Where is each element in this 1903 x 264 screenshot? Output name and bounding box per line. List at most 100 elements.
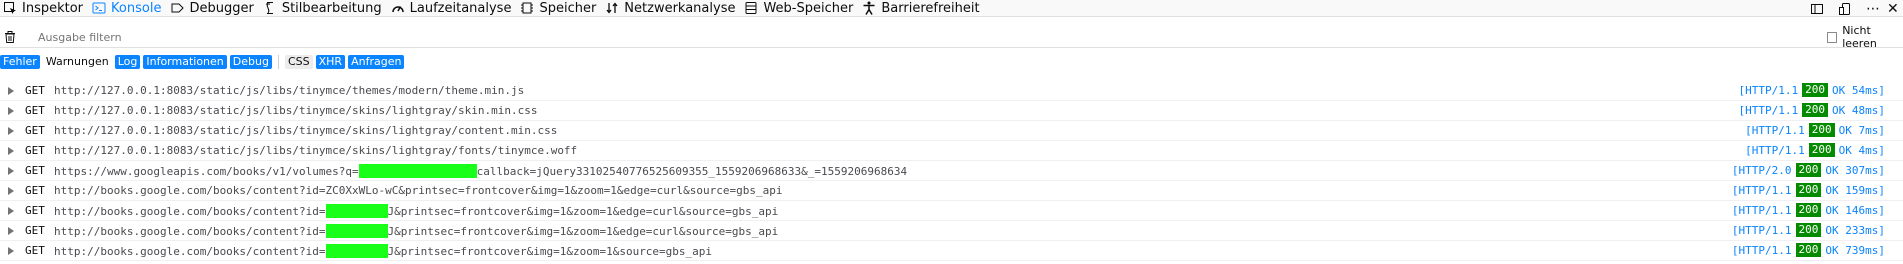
- network-message-row[interactable]: GET http://books.google.com/books/content…: [0, 241, 1903, 261]
- url-text: callback=jQuery33102540776525609355_1559…: [476, 165, 908, 178]
- tab-barrierefreiheit[interactable]: Barrierefreiheit: [859, 0, 985, 17]
- response-status[interactable]: [HTTP/1.1 200 OK 48ms]: [1739, 103, 1885, 117]
- expand-arrow-icon[interactable]: [8, 147, 14, 155]
- console-icon: [92, 2, 106, 14]
- url-text: http://books.google.com/books/content?id…: [54, 225, 326, 238]
- expand-arrow-icon[interactable]: [8, 167, 14, 175]
- redaction-mark: [358, 164, 477, 178]
- request-url[interactable]: http://127.0.0.1:8083/static/js/libs/tin…: [54, 104, 537, 117]
- network-message-row[interactable]: GET http://127.0.0.1:8083/static/js/libs/…: [0, 81, 1903, 101]
- response-status[interactable]: [HTTP/1.1 200 OK 159ms]: [1732, 183, 1885, 197]
- expand-arrow-icon[interactable]: [8, 127, 14, 135]
- filter-chips: Fehler Warnungen Log Informationen Debug CSS X…: [0, 54, 1903, 70]
- filter-chip-fehler[interactable]: Fehler: [0, 55, 40, 69]
- expand-arrow-icon[interactable]: [8, 87, 14, 95]
- tab-label: Inspektor: [22, 0, 84, 16]
- filter-chip-warnungen[interactable]: Warnungen: [43, 55, 112, 69]
- network-message-row[interactable]: GET http://127.0.0.1:8083/static/js/libs/…: [0, 101, 1903, 121]
- redaction-mark: [325, 204, 388, 218]
- more-options-icon[interactable]: ⋯: [1859, 0, 1887, 17]
- url-text: http://books.google.com/books/content?id…: [54, 184, 783, 197]
- tab-laufzeitanalyse[interactable]: Laufzeitanalyse: [388, 0, 518, 17]
- url-text: http://127.0.0.1:8083/static/js/libs/tin…: [54, 84, 525, 97]
- request-url[interactable]: http://books.google.com/books/content?id…: [54, 184, 782, 197]
- status-code-badge: 200: [1802, 103, 1829, 117]
- redaction-mark: [325, 224, 388, 238]
- response-status[interactable]: [HTTP/1.1 200 OK 739ms]: [1732, 243, 1885, 257]
- filter-chip-css[interactable]: CSS: [284, 55, 313, 69]
- tab-speicher[interactable]: Speicher: [517, 0, 602, 17]
- http-protocol: [HTTP/1.1: [1731, 223, 1792, 237]
- http-protocol: [HTTP/1.1: [1731, 203, 1792, 217]
- status-text: OK 48ms]: [1832, 103, 1885, 117]
- request-method: GET: [25, 184, 45, 197]
- url-text: http://127.0.0.1:8083/static/js/libs/tin…: [54, 124, 558, 137]
- accessibility-icon: [863, 1, 875, 15]
- network-message-row[interactable]: GET http://books.google.com/books/content…: [0, 201, 1903, 221]
- status-text: OK 739ms]: [1825, 243, 1885, 257]
- response-status[interactable]: [HTTP/1.1 200 OK 54ms]: [1739, 83, 1885, 97]
- url-text: http://books.google.com/books/content?id…: [54, 245, 326, 258]
- expand-arrow-icon[interactable]: [8, 187, 14, 195]
- persist-logs-toggle[interactable]: Nicht leeren: [1827, 24, 1903, 50]
- tab-label: Debugger: [189, 0, 254, 16]
- responsive-design-icon[interactable]: [1831, 0, 1859, 17]
- status-text: OK 233ms]: [1825, 223, 1885, 237]
- network-message-row[interactable]: GET http://127.0.0.1:8083/static/js/libs/…: [0, 121, 1903, 141]
- status-text: OK 4ms]: [1838, 143, 1885, 157]
- status-code-badge: 200: [1808, 123, 1835, 137]
- response-status[interactable]: [HTTP/1.1 200 OK 7ms]: [1745, 123, 1885, 137]
- dock-side-icon[interactable]: [1803, 0, 1831, 17]
- console-messages: GET http://127.0.0.1:8083/static/js/libs/…: [0, 81, 1903, 261]
- request-url[interactable]: https://www.googleapis.com/books/v1/volu…: [54, 164, 907, 178]
- close-icon[interactable]: ✕: [1887, 0, 1903, 17]
- debugger-icon: [171, 3, 185, 13]
- network-message-row[interactable]: GET https://www.googleapis.com/books/v1/v…: [0, 161, 1903, 181]
- status-code-badge: 200: [1795, 163, 1822, 177]
- tab-web-speicher[interactable]: Web-Speicher: [741, 0, 859, 17]
- network-message-row[interactable]: GET http://books.google.com/books/content…: [0, 221, 1903, 241]
- persist-logs-checkbox[interactable]: [1827, 31, 1838, 43]
- http-protocol: [HTTP/1.1: [1731, 183, 1792, 197]
- request-url[interactable]: http://127.0.0.1:8083/static/js/libs/tin…: [54, 124, 557, 137]
- expand-arrow-icon[interactable]: [8, 227, 14, 235]
- request-url[interactable]: http://books.google.com/books/content?id…: [54, 224, 778, 238]
- status-text: OK 7ms]: [1838, 123, 1885, 137]
- tab-debugger[interactable]: Debugger: [167, 0, 259, 17]
- trash-icon[interactable]: [3, 30, 17, 44]
- filter-input[interactable]: [38, 29, 538, 45]
- filter-chip-xhr[interactable]: XHR: [315, 55, 346, 69]
- tab-inspektor[interactable]: Inspektor: [0, 0, 89, 17]
- filter-chip-log[interactable]: Log: [114, 55, 141, 69]
- tab-label: Web-Speicher: [763, 0, 854, 16]
- request-url[interactable]: http://books.google.com/books/content?id…: [54, 244, 712, 258]
- filter-chip-debug[interactable]: Debug: [229, 55, 272, 69]
- response-status[interactable]: [HTTP/1.1 200 OK 146ms]: [1732, 203, 1885, 217]
- request-url[interactable]: http://books.google.com/books/content?id…: [54, 204, 778, 218]
- request-url[interactable]: http://127.0.0.1:8083/static/js/libs/tin…: [54, 84, 524, 97]
- storage-icon: [745, 2, 757, 14]
- response-status[interactable]: [HTTP/1.1 200 OK 233ms]: [1732, 223, 1885, 237]
- devtools-toolbar: Inspektor Konsole Debugger Stilbearbeitung L…: [0, 0, 1903, 17]
- filter-chip-informationen[interactable]: Informationen: [143, 55, 227, 69]
- request-method: GET: [25, 84, 45, 97]
- expand-arrow-icon[interactable]: [8, 207, 14, 215]
- expand-arrow-icon[interactable]: [8, 107, 14, 115]
- network-message-row[interactable]: GET http://127.0.0.1:8083/static/js/libs/…: [0, 141, 1903, 161]
- http-protocol: [HTTP/1.1: [1745, 123, 1805, 137]
- url-text: https://www.googleapis.com/books/v1/volu…: [54, 165, 359, 178]
- request-method: GET: [25, 244, 45, 257]
- response-status[interactable]: [HTTP/1.1 200 OK 4ms]: [1745, 143, 1885, 157]
- response-status[interactable]: [HTTP/2.0 200 OK 307ms]: [1732, 163, 1885, 177]
- network-message-row[interactable]: GET http://books.google.com/books/content…: [0, 181, 1903, 201]
- url-text: J&printsec=frontcover&img=1&zoom=1&sourc…: [387, 245, 713, 258]
- url-text: J&printsec=frontcover&img=1&zoom=1&edge=…: [387, 205, 779, 218]
- tab-konsole[interactable]: Konsole: [89, 0, 167, 17]
- tab-label: Netzwerkanalyse: [624, 0, 736, 16]
- expand-arrow-icon[interactable]: [8, 247, 14, 255]
- tab-netzwerkanalyse[interactable]: Netzwerkanalyse: [602, 0, 741, 17]
- filter-chip-anfragen[interactable]: Anfragen: [348, 55, 405, 69]
- request-url[interactable]: http://127.0.0.1:8083/static/js/libs/tin…: [54, 144, 577, 157]
- tab-stilbearbeitung[interactable]: Stilbearbeitung: [260, 0, 388, 17]
- status-code-badge: 200: [1802, 83, 1829, 97]
